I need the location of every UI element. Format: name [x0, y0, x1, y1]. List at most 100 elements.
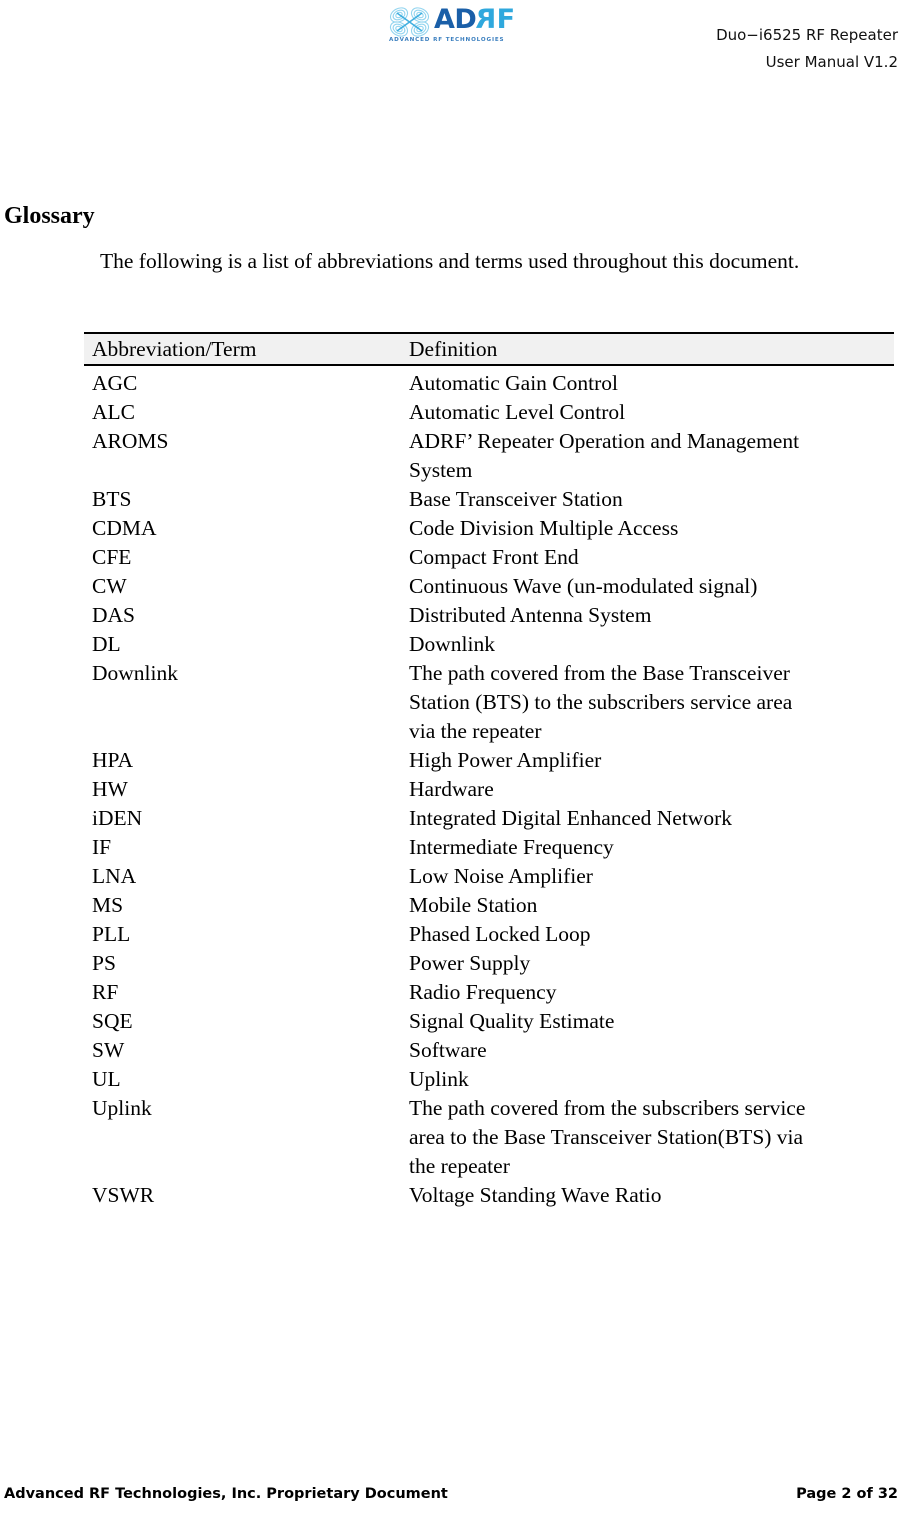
- table-cell-definition-line: Signal Quality Estimate: [409, 1009, 615, 1033]
- table-cell-term: VSWR: [92, 1183, 155, 1207]
- table-row: UL Uplink: [84, 1065, 894, 1094]
- table-cell-term: SQE: [92, 1009, 133, 1033]
- table-cell-definition: Hardware: [409, 775, 887, 804]
- table-cell-definition: Signal Quality Estimate: [409, 1007, 887, 1036]
- table-cell-term: SW: [92, 1038, 125, 1062]
- table-cell-definition-line: area to the Base Transceiver Station(BTS…: [409, 1125, 804, 1149]
- table-cell-definition-line: Phased Locked Loop: [409, 922, 591, 946]
- table-cell-definition: Software: [409, 1036, 887, 1065]
- table-cell-term: HPA: [92, 748, 134, 772]
- table-cell-term: DAS: [92, 603, 136, 627]
- table-body: AGC Automatic Gain Control ALC Automatic Le…: [84, 366, 894, 1210]
- table-cell-definition-line: Automatic Level Control: [409, 400, 626, 424]
- footer-page-number: Page 2 of 32: [796, 1486, 898, 1502]
- header-title-line-1: Duo−i6525 RF Repeater: [716, 26, 898, 44]
- table-cell-term: PLL: [92, 922, 131, 946]
- page-footer: Advanced RF Technologies, Inc. Proprieta…: [0, 1486, 904, 1510]
- glossary-table: Abbreviation/Term Definition AGC Automati…: [84, 332, 894, 1210]
- table-row: AROMS ADRF’ Repeater Operation and Manage…: [84, 427, 894, 485]
- table-cell-definition-line: Downlink: [409, 632, 495, 656]
- table-row: AGC Automatic Gain Control: [84, 369, 894, 398]
- table-row: RF Radio Frequency: [84, 978, 894, 1007]
- table-cell-term: AROMS: [92, 429, 169, 453]
- table-cell-term: DL: [92, 632, 121, 656]
- table-row: PLL Phased Locked Loop: [84, 920, 894, 949]
- table-cell-definition-line: Code Division Multiple Access: [409, 516, 679, 540]
- header-title-line-2: User Manual V1.2: [765, 53, 898, 71]
- table-cell-term: IF: [92, 835, 112, 859]
- table-cell-definition-line: Integrated Digital Enhanced Network: [409, 806, 732, 830]
- table-cell-definition-line: Distributed Antenna System: [409, 603, 652, 627]
- table-cell-term: Downlink: [92, 661, 178, 685]
- table-cell-definition: Low Noise Amplifier: [409, 862, 887, 891]
- table-cell-term: MS: [92, 893, 124, 917]
- table-cell-definition: Distributed Antenna System: [409, 601, 887, 630]
- table-cell-definition: The path covered from the subscribers se…: [409, 1094, 887, 1181]
- table-row: SQE Signal Quality Estimate: [84, 1007, 894, 1036]
- table-cell-term: AGC: [92, 371, 138, 395]
- table-row: Uplink The path covered from the subscrib…: [84, 1094, 894, 1181]
- table-cell-definition-line: Software: [409, 1038, 487, 1062]
- table-row: Downlink The path covered from the Base T…: [84, 659, 894, 746]
- document-page: ADRF ADVANCED RF TECHNOLOGIES Duo−i6525 …: [0, 0, 904, 1526]
- table-cell-term: CFE: [92, 545, 132, 569]
- table-cell-definition: Integrated Digital Enhanced Network: [409, 804, 887, 833]
- logo-text-ad: AD: [434, 4, 477, 35]
- table-row: DL Downlink: [84, 630, 894, 659]
- footer-proprietary-notice: Advanced RF Technologies, Inc. Proprieta…: [4, 1486, 448, 1502]
- table-cell-definition: Voltage Standing Wave Ratio: [409, 1181, 887, 1210]
- header-document-title: Duo−i6525 RF Repeater User Manual V1.2: [478, 22, 898, 76]
- intro-line-1: The following is a list of abbreviations…: [100, 249, 704, 273]
- table-cell-definition-line: via the repeater: [409, 719, 542, 743]
- table-cell-definition-line: System: [409, 458, 473, 482]
- table-cell-definition: Compact Front End: [409, 543, 887, 572]
- table-cell-definition-line: Power Supply: [409, 951, 531, 975]
- column-header-term: Abbreviation/Term: [92, 337, 257, 361]
- table-header-row: Abbreviation/Term Definition: [84, 332, 894, 366]
- table-cell-definition: Automatic Level Control: [409, 398, 887, 427]
- table-cell-definition: Automatic Gain Control: [409, 369, 887, 398]
- table-row: BTS Base Transceiver Station: [84, 485, 894, 514]
- intro-paragraph: The following is a list of abbreviations…: [100, 246, 800, 276]
- table-row: MS Mobile Station: [84, 891, 894, 920]
- table-cell-definition-line: Hardware: [409, 777, 494, 801]
- table-cell-term: HW: [92, 777, 128, 801]
- column-header-definition: Definition: [409, 337, 498, 361]
- page-title: Glossary: [4, 203, 95, 230]
- table-cell-definition-line: Continuous Wave (un-modulated signal): [409, 574, 758, 598]
- page-header: ADRF ADVANCED RF TECHNOLOGIES Duo−i6525 …: [0, 0, 904, 96]
- table-cell-definition: Radio Frequency: [409, 978, 887, 1007]
- table-cell-definition-line: Uplink: [409, 1067, 469, 1091]
- table-cell-term: PS: [92, 951, 116, 975]
- table-row: HPA High Power Amplifier: [84, 746, 894, 775]
- table-cell-definition-line: Mobile Station: [409, 893, 538, 917]
- table-cell-definition-line: Voltage Standing Wave Ratio: [409, 1183, 662, 1207]
- table-cell-definition-line: ADRF’ Repeater Operation and Management: [409, 429, 800, 453]
- table-cell-definition: Code Division Multiple Access: [409, 514, 887, 543]
- table-row: VSWR Voltage Standing Wave Ratio: [84, 1181, 894, 1210]
- table-cell-definition: The path covered from the Base Transceiv…: [409, 659, 887, 746]
- table-cell-definition: Uplink: [409, 1065, 887, 1094]
- table-cell-term: CW: [92, 574, 127, 598]
- table-row: SW Software: [84, 1036, 894, 1065]
- table-cell-definition-line: the repeater: [409, 1154, 510, 1178]
- table-row: CW Continuous Wave (un-modulated signal): [84, 572, 894, 601]
- table-cell-definition: Intermediate Frequency: [409, 833, 887, 862]
- table-cell-definition-line: Compact Front End: [409, 545, 579, 569]
- table-cell-definition-line: Low Noise Amplifier: [409, 864, 593, 888]
- table-cell-term: iDEN: [92, 806, 143, 830]
- table-row: ALC Automatic Level Control: [84, 398, 894, 427]
- table-cell-definition-line: Base Transceiver Station: [409, 487, 623, 511]
- table-cell-term: CDMA: [92, 516, 157, 540]
- intro-line-2: document.: [709, 249, 800, 273]
- adrf-butterfly-logo-icon: [389, 7, 430, 37]
- table-cell-definition-line: Radio Frequency: [409, 980, 557, 1004]
- table-cell-definition-line: Intermediate Frequency: [409, 835, 614, 859]
- table-cell-definition-line: Automatic Gain Control: [409, 371, 618, 395]
- table-cell-definition-line: Station (BTS) to the subscribers service…: [409, 690, 793, 714]
- table-row: DAS Distributed Antenna System: [84, 601, 894, 630]
- table-row: HW Hardware: [84, 775, 894, 804]
- table-cell-definition-line: High Power Amplifier: [409, 748, 602, 772]
- table-cell-term: LNA: [92, 864, 137, 888]
- table-row: CDMA Code Division Multiple Access: [84, 514, 894, 543]
